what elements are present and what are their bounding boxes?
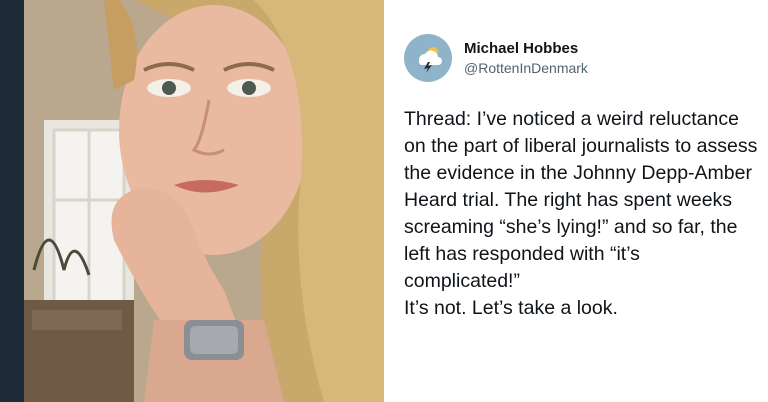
tweet-text-paragraph-2: It’s not. Let’s take a look. <box>404 297 618 319</box>
storm-cloud-icon <box>418 47 442 73</box>
author-identity: Michael Hobbes @RottenInDenmark <box>464 39 588 78</box>
tweet-header: Michael Hobbes @RottenInDenmark <box>404 34 760 82</box>
selfie-photo <box>24 0 384 402</box>
author-name[interactable]: Michael Hobbes <box>464 39 588 59</box>
avatar[interactable] <box>404 34 452 82</box>
left-side-stripe <box>0 0 24 402</box>
tweet-text-paragraph-1: Thread: I’ve noticed a weird reluctance … <box>404 108 758 292</box>
tweet-text: Thread: I’ve noticed a weird reluctance … <box>404 106 760 322</box>
author-handle[interactable]: @RottenInDenmark <box>464 59 588 78</box>
tweet-card: Michael Hobbes @RottenInDenmark Thread: … <box>404 34 760 322</box>
